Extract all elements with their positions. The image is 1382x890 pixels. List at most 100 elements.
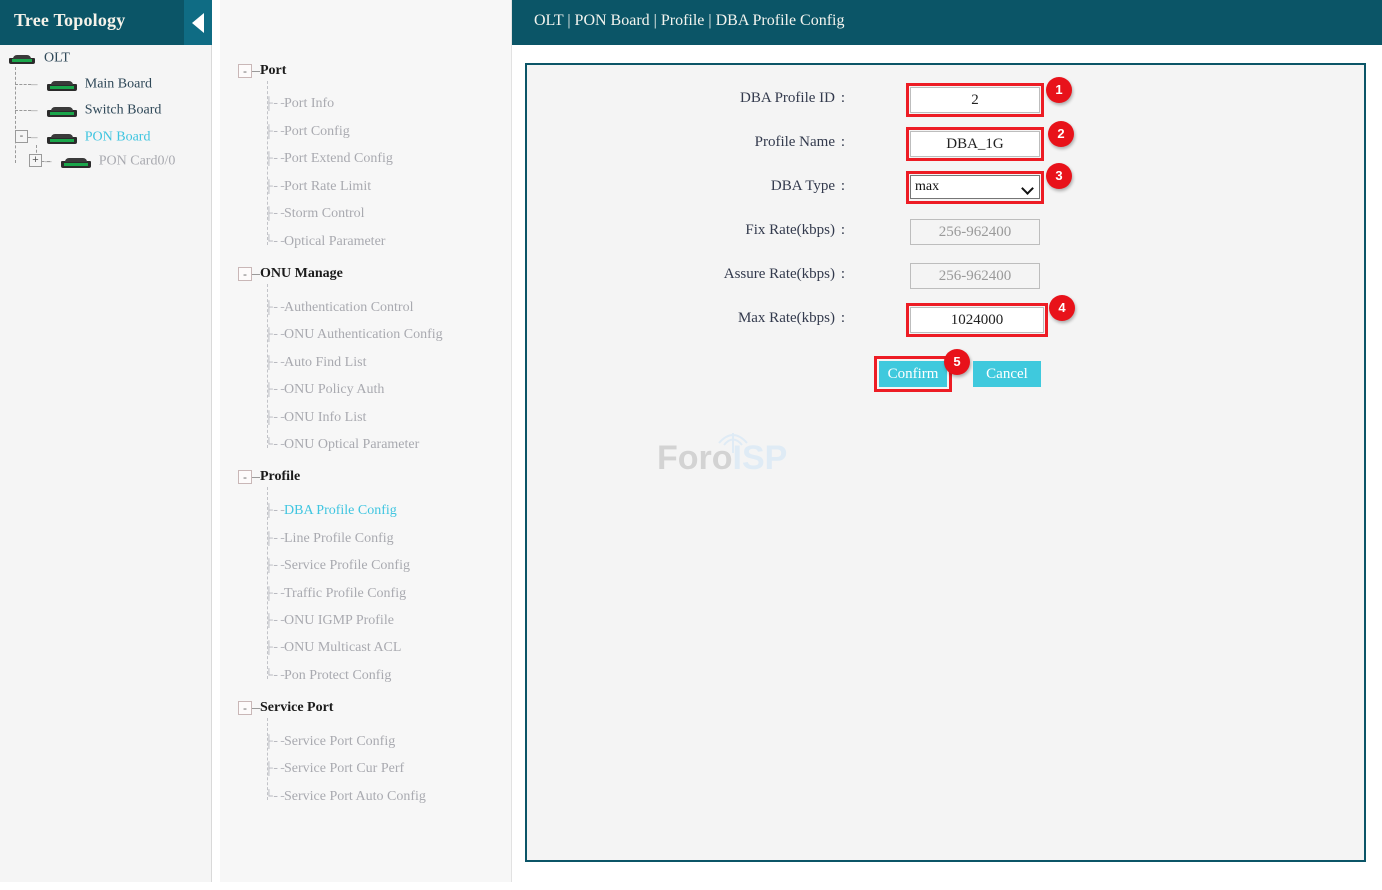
- menu-connector: [267, 718, 268, 800]
- form-row-max-rate: Max Rate(kbps) : 1024000 4: [527, 295, 1364, 337]
- menu-item-service-port-auto-config[interactable]: Service Port Auto Config: [284, 789, 426, 805]
- tree-node-label: PON Board: [84, 129, 151, 145]
- menu-toggle-onu-manage[interactable]: -: [238, 267, 252, 281]
- menu-item-onu-authentication-config[interactable]: ONU Authentication Config: [284, 327, 443, 343]
- breadcrumb: OLT | PON Board | Profile | DBA Profile …: [534, 12, 845, 29]
- label-separator: :: [840, 266, 845, 282]
- menu-toggle-service-port[interactable]: -: [238, 701, 252, 715]
- menu-group-port[interactable]: Port: [260, 63, 286, 79]
- tree-node-main-board[interactable]: – Main Board: [31, 75, 152, 95]
- main-content: OLT | PON Board | Profile | DBA Profile …: [512, 0, 1382, 882]
- board-icon: [45, 78, 79, 91]
- annotation-badge-2: 2: [1048, 121, 1074, 147]
- menu-item-onu-info-list[interactable]: ONU Info List: [284, 410, 366, 426]
- annotation-badge-4: 4: [1049, 295, 1075, 321]
- watermark-text-primary: Foro: [657, 439, 733, 477]
- field-label: DBA Profile ID: [740, 90, 835, 106]
- board-icon: [45, 104, 79, 117]
- triangle-left-icon: [192, 13, 204, 33]
- menu-item-onu-policy-auth[interactable]: ONU Policy Auth: [284, 382, 384, 398]
- board-icon: [45, 131, 79, 144]
- tree-connector: [15, 67, 16, 163]
- menu-item-onu-optical-parameter[interactable]: ONU Optical Parameter: [284, 437, 419, 453]
- menu-item-auto-find-list[interactable]: Auto Find List: [284, 355, 366, 371]
- menu-item-port-config[interactable]: Port Config: [284, 124, 350, 140]
- menu-toggle-port[interactable]: -: [238, 64, 252, 78]
- field-label: Fix Rate(kbps): [745, 222, 835, 238]
- form-actions: Confirm 5 Cancel: [527, 349, 1364, 392]
- tree-node-pon-card[interactable]: – PON Card0/0: [45, 152, 175, 172]
- menu-item-authentication-control[interactable]: Authentication Control: [284, 300, 413, 316]
- menu-connector: [252, 274, 260, 275]
- menu-item-service-port-cur-perf[interactable]: Service Port Cur Perf: [284, 761, 404, 777]
- menu-item-storm-control[interactable]: Storm Control: [284, 206, 365, 222]
- tree-node-pon-board[interactable]: – PON Board: [31, 128, 150, 148]
- dba-type-select[interactable]: max: [910, 175, 1040, 199]
- annotation-badge-1: 1: [1046, 77, 1072, 103]
- menu-item-optical-parameter[interactable]: Optical Parameter: [284, 234, 385, 250]
- tree-node-label: OLT: [44, 50, 70, 66]
- dba-profile-form-card: DBA Profile ID : 2 1 Profile Name : DBA_…: [525, 63, 1366, 862]
- label-separator: :: [840, 310, 845, 326]
- menu-item-port-info[interactable]: Port Info: [284, 96, 334, 112]
- menu-item-pon-protect-config[interactable]: Pon Protect Config: [284, 668, 391, 684]
- menu-item-traffic-profile-config[interactable]: Traffic Profile Config: [284, 586, 406, 602]
- tree-node-label: Main Board: [84, 76, 153, 92]
- field-label: Assure Rate(kbps): [723, 266, 835, 282]
- menu-group-service-port[interactable]: Service Port: [260, 700, 333, 716]
- annotation-badge-5: 5: [944, 349, 970, 375]
- form-row-assure-rate: Assure Rate(kbps) : 256-962400: [527, 263, 1364, 293]
- annotation-badge-3: 3: [1046, 163, 1072, 189]
- profile-name-input[interactable]: DBA_1G: [910, 131, 1040, 157]
- tree-connector: [15, 84, 31, 85]
- form-row-fix-rate: Fix Rate(kbps) : 256-962400: [527, 219, 1364, 249]
- board-icon: [59, 155, 93, 168]
- watermark-text-secondary: ISP: [732, 439, 788, 477]
- form-row-dba-profile-id: DBA Profile ID : 2 1: [527, 77, 1364, 117]
- menu-group-onu-manage[interactable]: ONU Manage: [260, 266, 343, 282]
- tree-panel-header: Tree Topology: [0, 0, 212, 45]
- field-label: Profile Name: [754, 134, 835, 150]
- tree-toggle-pon-board[interactable]: -: [15, 130, 28, 143]
- menu-toggle-profile[interactable]: -: [238, 470, 252, 484]
- chevron-down-icon: [1021, 182, 1034, 195]
- tree-connector: [15, 110, 31, 111]
- menu-item-port-rate-limit[interactable]: Port Rate Limit: [284, 179, 371, 195]
- tree-node-switch-board[interactable]: – Switch Board: [31, 101, 161, 121]
- label-separator: :: [840, 178, 845, 194]
- application-window: Tree Topology OLT – Main Board – Switch …: [0, 0, 1382, 890]
- form-row-profile-name: Profile Name : DBA_1G 2: [527, 121, 1364, 161]
- menu-group-profile[interactable]: Profile: [260, 469, 300, 485]
- menu-item-service-port-config[interactable]: Service Port Config: [284, 734, 395, 750]
- label-separator: :: [840, 222, 845, 238]
- cancel-button[interactable]: Cancel: [973, 361, 1041, 387]
- label-separator: :: [840, 90, 845, 106]
- tree-panel-title: Tree Topology: [14, 10, 126, 30]
- content-header-bar: OLT | PON Board | Profile | DBA Profile …: [512, 0, 1382, 45]
- menu-item-port-extend-config[interactable]: Port Extend Config: [284, 151, 393, 167]
- assure-rate-input: 256-962400: [910, 263, 1040, 289]
- tree-node-olt[interactable]: OLT: [8, 49, 70, 69]
- menu-connector: [252, 477, 260, 478]
- fix-rate-input: 256-962400: [910, 219, 1040, 245]
- watermark-text: ForoISP: [657, 439, 787, 478]
- menu-connector: [252, 708, 260, 709]
- menu-item-dba-profile-config[interactable]: DBA Profile Config: [284, 503, 397, 519]
- label-separator: :: [840, 134, 845, 150]
- menu-item-line-profile-config[interactable]: Line Profile Config: [284, 531, 394, 547]
- menu-item-onu-igmp-profile[interactable]: ONU IGMP Profile: [284, 613, 394, 629]
- form-row-dba-type: DBA Type : max 3: [527, 163, 1364, 205]
- navigation-menu-panel: - Port ├-- Port Info ├-- Port Config ├--…: [220, 0, 512, 882]
- max-rate-input[interactable]: 1024000: [910, 307, 1044, 333]
- dba-profile-id-input[interactable]: 2: [910, 87, 1040, 113]
- menu-item-onu-multicast-acl[interactable]: ONU Multicast ACL: [284, 640, 401, 656]
- field-label: DBA Type: [770, 178, 835, 194]
- tree-node-label: PON Card0/0: [98, 153, 176, 169]
- menu-item-service-profile-config[interactable]: Service Profile Config: [284, 558, 410, 574]
- tree-node-list: OLT – Main Board – Switch Board - – PON …: [0, 45, 212, 882]
- tree-node-label: Switch Board: [84, 102, 162, 118]
- tree-toggle-pon-card[interactable]: +: [29, 154, 42, 167]
- collapse-sidebar-button[interactable]: [184, 0, 212, 45]
- confirm-button[interactable]: Confirm: [879, 361, 947, 387]
- menu-connector: [252, 71, 260, 72]
